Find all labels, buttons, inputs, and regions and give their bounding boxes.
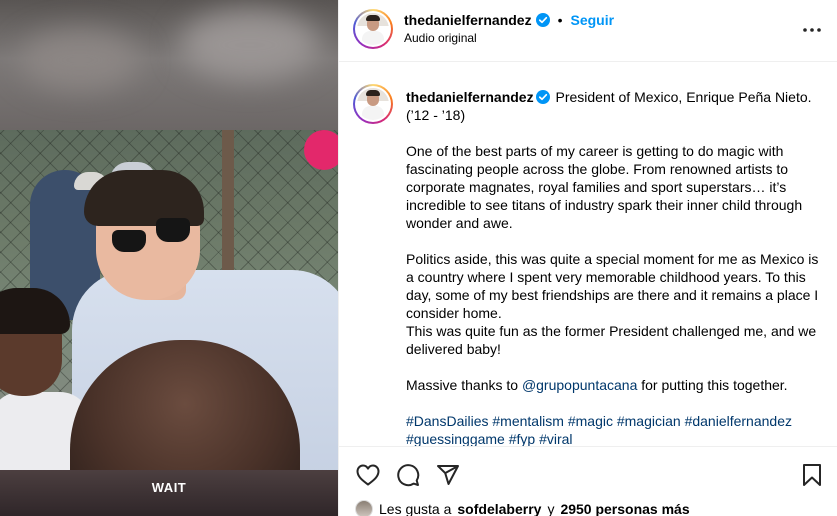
author-username[interactable]: thedanielfernandez: [404, 12, 532, 28]
comment-icon[interactable]: [395, 462, 421, 488]
verified-badge-icon: [535, 13, 550, 27]
post-actions-bar: [339, 446, 837, 496]
heart-icon[interactable]: [355, 462, 381, 488]
thanks-prefix: Massive thanks to: [406, 377, 522, 393]
likes-summary: Les gusta a sofdelaberry y 2950 personas…: [355, 500, 690, 516]
caption-paragraph-3: This was quite fun as the former Preside…: [406, 323, 817, 357]
caption-section: thedanielfernandez President of Mexico, …: [339, 62, 837, 446]
caption-thanks: Massive thanks to @grupopuntacana for pu…: [406, 376, 826, 394]
likes-prefix: Les gusta a: [379, 501, 452, 516]
caption-paragraph-2: Politics aside, this was quite a special…: [406, 251, 819, 321]
author-avatar[interactable]: [353, 9, 393, 49]
likes-count[interactable]: 2950 personas más: [560, 501, 689, 516]
caption-text: thedanielfernandez President of Mexico, …: [406, 88, 826, 446]
hashtags-line-2[interactable]: #guessinggame #fyp #viral: [406, 431, 573, 446]
follow-button[interactable]: Seguir: [571, 12, 615, 28]
caption-paragraph-1: One of the best parts of my career is ge…: [406, 143, 803, 231]
more-horizontal-icon[interactable]: [802, 20, 822, 40]
thanks-suffix: for putting this together.: [637, 377, 788, 393]
post-media-video[interactable]: WAIT: [0, 0, 338, 516]
liker-avatar[interactable]: [355, 500, 373, 516]
liker-username[interactable]: sofdelaberry: [457, 501, 541, 516]
separator-dot: •: [557, 12, 563, 28]
post-side-panel: thedanielfernandez • Seguir Audio origin…: [338, 0, 837, 516]
audio-link[interactable]: Audio original: [404, 31, 477, 45]
mention-link[interactable]: @grupopuntacana: [522, 377, 637, 393]
send-icon[interactable]: [435, 462, 461, 488]
hashtags-line-1[interactable]: #DansDailies #mentalism #magic #magician…: [406, 413, 792, 429]
post-header: thedanielfernandez • Seguir Audio origin…: [339, 0, 837, 62]
caption-title-line: President of Mexico, Enrique Peña Nieto.: [555, 89, 812, 105]
likes-connector: y: [547, 501, 555, 516]
caption-hashtags: #DansDailies #mentalism #magic #magician…: [406, 412, 826, 446]
caption-title-years: (’12 - ’18): [406, 107, 466, 123]
video-frame: [0, 130, 338, 470]
caption-username[interactable]: thedanielfernandez: [406, 89, 534, 105]
verified-badge-icon: [535, 90, 550, 104]
video-caption-overlay: WAIT: [151, 480, 187, 495]
blurred-video-top: [0, 0, 338, 130]
bookmark-icon[interactable]: [799, 462, 825, 488]
caption-author-avatar[interactable]: [353, 84, 393, 124]
